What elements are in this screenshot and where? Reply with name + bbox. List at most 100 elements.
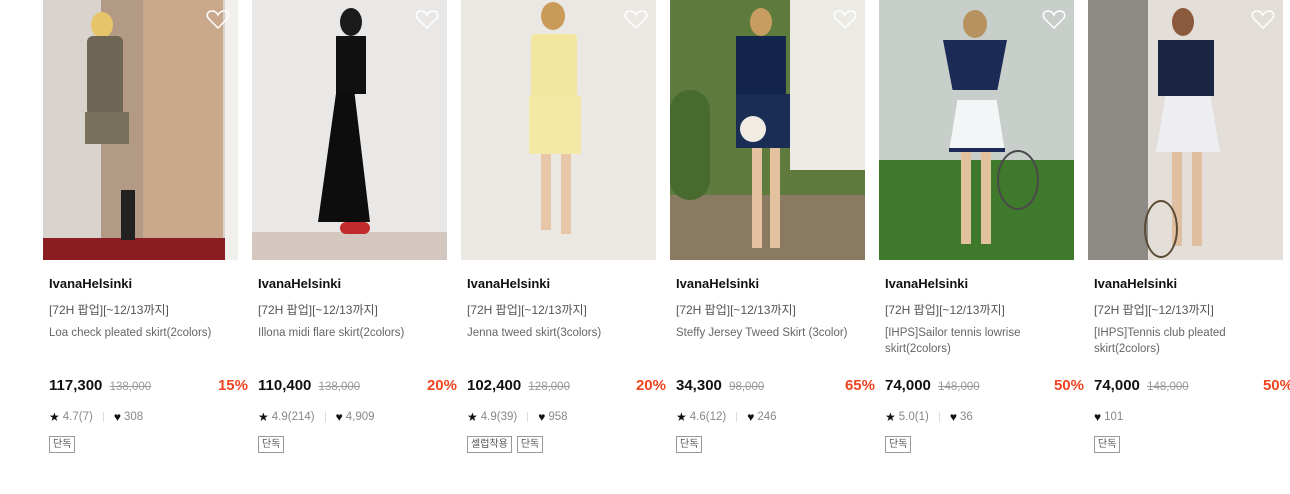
original-price: 148,000 (1147, 381, 1189, 393)
tag: 단독 (676, 436, 703, 453)
tag-list: 단독 (258, 436, 285, 453)
heart-outline-icon[interactable] (624, 8, 648, 30)
heart-outline-icon[interactable] (206, 8, 230, 30)
discount-rate: 65% (844, 377, 875, 394)
promo-text: [72H 팝업][~12/13까지] (885, 303, 1005, 317)
price: 117,300 138,000 (49, 377, 151, 394)
product-card[interactable]: IvanaHelsinki [72H 팝업][~12/13까지] [IHPS]T… (1088, 0, 1290, 453)
product-image[interactable] (461, 0, 656, 260)
sale-price: 110,400 (258, 377, 312, 394)
promo-text: [72H 팝업][~12/13까지] (258, 303, 378, 317)
product-card[interactable]: IvanaHelsinki [72H 팝업][~12/13까지] Loa che… (43, 0, 248, 453)
tag-list: 단독 (49, 436, 76, 453)
review-meta: ♥ 101 (1094, 410, 1123, 424)
brand-name[interactable]: IvanaHelsinki (258, 276, 341, 291)
review-meta: ★ 5.0(1) ♥ 36 (885, 410, 973, 424)
divider (102, 412, 104, 422)
product-name[interactable]: Illona midi flare skirt(2colors) (258, 325, 448, 341)
tag-list: 단독 (1094, 436, 1121, 453)
divider (324, 412, 326, 422)
discount-rate: 50% (1262, 377, 1290, 394)
star-icon: ★ (676, 410, 687, 424)
rating: 4.9(214) (271, 411, 315, 423)
tag-list: 단독 (676, 436, 703, 453)
product-name[interactable]: [IHPS]Sailor tennis lowrise skirt(2color… (885, 325, 1075, 357)
product-image[interactable] (879, 0, 1074, 260)
price: 102,400 128,000 (467, 377, 570, 394)
like-count: 36 (959, 411, 973, 423)
price: 74,000 148,000 (885, 377, 980, 394)
tag: 단독 (516, 436, 544, 453)
price: 110,400 138,000 (258, 377, 360, 394)
like-count: 246 (757, 411, 777, 423)
star-icon: ★ (467, 410, 478, 424)
tag: 단독 (258, 436, 285, 453)
like-count: 4,909 (345, 411, 375, 423)
sale-price: 74,000 (1094, 377, 1140, 394)
brand-name[interactable]: IvanaHelsinki (885, 276, 968, 291)
original-price: 138,000 (318, 381, 361, 393)
tag: 단독 (885, 436, 912, 453)
review-meta: ★ 4.6(12) ♥ 246 (676, 410, 777, 424)
divider (736, 412, 738, 422)
tag: 단독 (49, 436, 76, 453)
original-price: 148,000 (938, 381, 980, 393)
rating: 4.9(39) (480, 411, 518, 423)
heart-outline-icon[interactable] (1251, 8, 1275, 30)
discount-rate: 50% (1053, 377, 1084, 394)
heart-icon: ♥ (538, 410, 546, 424)
review-meta: ★ 4.7(7) ♥ 308 (49, 410, 143, 424)
product-image[interactable] (43, 0, 238, 260)
product-card[interactable]: IvanaHelsinki [72H 팝업][~12/13까지] Illona … (252, 0, 457, 453)
sale-price: 102,400 (467, 377, 522, 394)
heart-icon: ♥ (335, 410, 343, 424)
brand-name[interactable]: IvanaHelsinki (1094, 276, 1177, 291)
discount-rate: 20% (426, 377, 457, 394)
heart-icon: ♥ (113, 410, 121, 424)
product-card[interactable]: IvanaHelsinki [72H 팝업][~12/13까지] Jenna t… (461, 0, 666, 453)
star-icon: ★ (49, 410, 60, 424)
discount-rate: 20% (635, 377, 666, 394)
rating: 5.0(1) (898, 411, 929, 423)
tag: 단독 (1094, 436, 1121, 453)
product-name[interactable]: [IHPS]Tennis club pleated skirt(2colors) (1094, 325, 1284, 357)
review-meta: ★ 4.9(214) ♥ 4,909 (258, 410, 375, 424)
star-icon: ★ (885, 410, 896, 424)
promo-text: [72H 팝업][~12/13까지] (49, 303, 169, 317)
heart-outline-icon[interactable] (833, 8, 857, 30)
like-count: 101 (1104, 411, 1124, 423)
like-count: 308 (123, 411, 144, 423)
promo-text: [72H 팝업][~12/13까지] (676, 303, 796, 317)
heart-outline-icon[interactable] (415, 8, 439, 30)
product-name[interactable]: Steffy Jersey Tweed Skirt (3color) (676, 325, 866, 341)
product-card[interactable]: IvanaHelsinki [72H 팝업][~12/13까지] Steffy … (670, 0, 875, 453)
brand-name[interactable]: IvanaHelsinki (676, 276, 759, 291)
product-image[interactable] (252, 0, 447, 260)
original-price: 98,000 (729, 381, 765, 393)
brand-name[interactable]: IvanaHelsinki (467, 276, 550, 291)
product-image[interactable] (670, 0, 865, 260)
product-name[interactable]: Jenna tweed skirt(3colors) (467, 325, 657, 341)
price: 34,300 98,000 (676, 377, 764, 394)
rating: 4.7(7) (62, 411, 93, 423)
heart-icon: ♥ (1094, 410, 1102, 424)
promo-text: [72H 팝업][~12/13까지] (467, 303, 587, 317)
heart-icon: ♥ (949, 410, 957, 424)
product-image[interactable] (1088, 0, 1283, 260)
product-grid: IvanaHelsinki [72H 팝업][~12/13까지] Loa che… (0, 0, 1290, 494)
divider (527, 412, 529, 422)
sale-price: 74,000 (885, 377, 931, 394)
brand-name[interactable]: IvanaHelsinki (49, 276, 132, 291)
promo-text: [72H 팝업][~12/13까지] (1094, 303, 1214, 317)
original-price: 128,000 (528, 381, 570, 393)
star-icon: ★ (258, 410, 269, 424)
heart-outline-icon[interactable] (1042, 8, 1066, 30)
like-count: 958 (548, 411, 568, 423)
review-meta: ★ 4.9(39) ♥ 958 (467, 410, 568, 424)
product-name[interactable]: Loa check pleated skirt(2colors) (49, 325, 239, 341)
tag-list: 셀럽착용 단독 (467, 436, 544, 453)
divider (938, 412, 940, 422)
tag: 셀럽착용 (467, 436, 512, 453)
product-card[interactable]: IvanaHelsinki [72H 팝업][~12/13까지] [IHPS]S… (879, 0, 1084, 453)
rating: 4.6(12) (689, 411, 727, 423)
